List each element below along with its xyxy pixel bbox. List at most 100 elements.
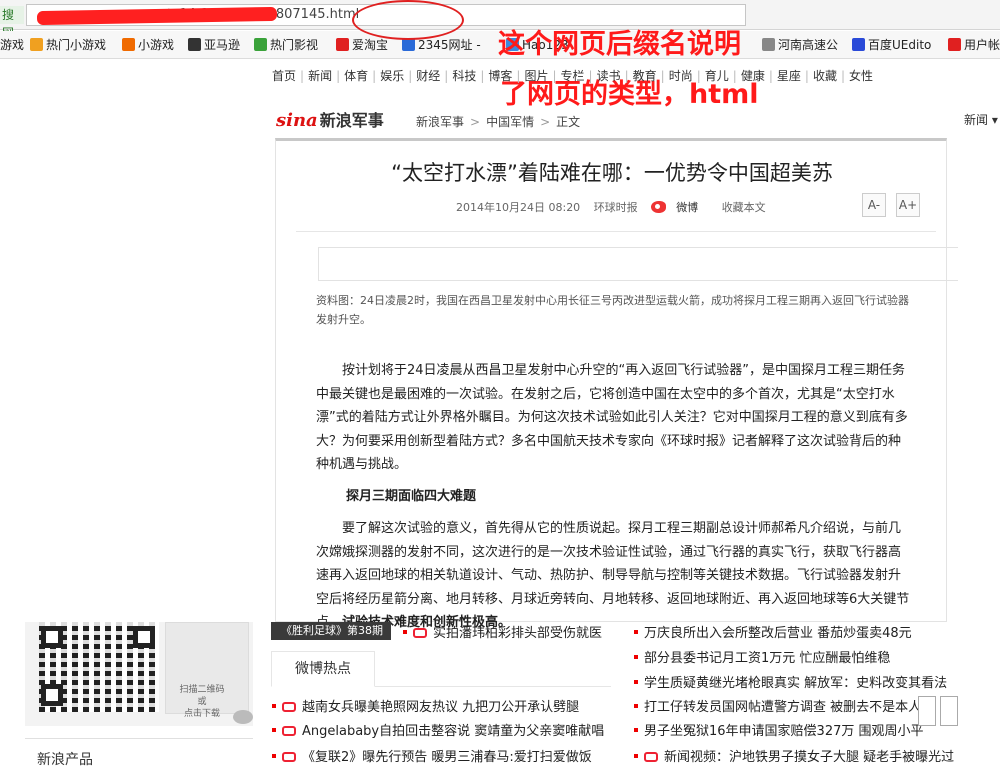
news-title: 打工仔转发员国网帖遭警方调查 被删去不是本人	[644, 700, 922, 715]
nav-item[interactable]: 新闻	[308, 67, 332, 84]
qr-finder-bottom	[41, 684, 63, 706]
bullet-icon	[403, 630, 407, 634]
favorite-item[interactable]: 百度UEdito	[852, 37, 931, 53]
news-item[interactable]: 新闻视频：沪地铁男子摸女子大腿 疑老手被曝光过	[634, 748, 954, 768]
site-nav: 首页 | 新闻 | 体育 | 娱乐 | 财经 | 科技 | 博客 | 图片 | 专栏 | 读书 | 教育 | 时尚 | 育儿 | 健…	[272, 67, 1000, 87]
qr-finder-right	[133, 626, 155, 648]
tab-weibo-hot[interactable]: 微博热点	[271, 651, 375, 687]
favorite-item[interactable]: 亚马逊	[188, 37, 240, 53]
nav-item[interactable]: 娱乐	[380, 67, 404, 84]
bullet-icon	[634, 655, 638, 659]
news-item[interactable]: 《复联2》曝先行预告 暖男三浦春马:爱打扫爱做饭	[272, 748, 592, 768]
nav-separator: |	[336, 69, 341, 83]
breadcrumb-item-0[interactable]: 新浪军事	[416, 115, 464, 129]
address-tag: 搜网	[0, 6, 24, 40]
article-subheading: 探月三期面临四大难题	[346, 489, 477, 504]
nav-item[interactable]: 健康	[741, 67, 765, 84]
nav-separator: |	[552, 69, 557, 83]
image-caption: 资料图：24日凌晨2时，我国在西昌卫星发射中心用长征三号丙改进型运载火箭，成功将…	[316, 294, 909, 326]
favorite-label: 用户帐	[964, 38, 1000, 52]
nav-separator: |	[624, 69, 629, 83]
qr-line-3[interactable]: 点击下载	[173, 708, 231, 720]
nav-item[interactable]: 育儿	[705, 67, 729, 84]
nav-item[interactable]: 时尚	[669, 67, 693, 84]
news-title: 新闻视频：沪地铁男子摸女子大腿 疑老手被曝光过	[664, 750, 955, 765]
bullet-icon	[634, 728, 638, 732]
favorite-item[interactable]: 爱淘宝	[336, 37, 388, 53]
favorite-label: 热门小游戏	[46, 38, 107, 52]
breadcrumb-item-2: 正文	[556, 115, 581, 129]
article-card: “太空打水漂”着陆难在哪：一优势令中国超美苏 2014年10月24日 08:20…	[275, 138, 958, 630]
favorite-label: 亚马逊	[204, 38, 241, 52]
article-source[interactable]: 环球时报	[594, 201, 638, 214]
nav-item[interactable]: 女性	[849, 67, 873, 84]
weibo-icon	[651, 201, 667, 213]
nav-separator: |	[696, 69, 701, 83]
share-button[interactable]	[940, 696, 958, 726]
favorite-item[interactable]: 用户帐	[948, 37, 1000, 53]
news-title: Angelababy自拍回击整容说 窦靖童为父亲窦唯献唱	[302, 724, 605, 739]
nav-item[interactable]: 体育	[344, 67, 368, 84]
news-item[interactable]: 万庆良所出入会所整改后营业 番茄炒蛋卖48元	[634, 624, 912, 644]
nav-separator: |	[300, 69, 305, 83]
nav-separator: |	[660, 69, 665, 83]
share-button[interactable]	[918, 696, 936, 726]
breadcrumb-item-1[interactable]: 中国军情	[486, 115, 534, 129]
news-item[interactable]: 学生质疑黄继光堵枪眼真实 解放军：史料改变其看法	[634, 674, 947, 694]
font-decrease-button[interactable]: A-	[862, 193, 886, 217]
article-title: “太空打水漂”着陆难在哪：一优势令中国超美苏	[391, 161, 833, 185]
news-title: 学生质疑黄继光堵枪眼真实 解放军：史料改变其看法	[644, 676, 948, 691]
nav-item[interactable]: 图片	[524, 67, 548, 84]
chevron-right-icon: >	[540, 115, 551, 129]
favorite-item[interactable]: 热门小游戏	[30, 37, 106, 53]
nav-item[interactable]: 星座	[777, 67, 801, 84]
news-item[interactable]: Angelababy自拍回击整容说 窦靖童为父亲窦唯献唱	[272, 722, 604, 742]
nav-separator: |	[804, 69, 809, 83]
bullet-icon	[272, 754, 276, 758]
annotation-ellipse	[352, 0, 464, 40]
sports-tag[interactable]: 《胜利足球》第38期	[271, 622, 391, 640]
news-title: 部分县委书记月工资1万元 忙应酬最怕维稳	[644, 651, 891, 666]
news-item[interactable]: 部分县委书记月工资1万元 忙应酬最怕维稳	[634, 649, 890, 669]
weibo-share[interactable]: 微博	[651, 201, 708, 214]
annotation-line-1: 这个网页后缀名说明	[498, 29, 741, 60]
nav-item[interactable]: 博客	[488, 67, 512, 84]
logo-channel: 新浪军事	[319, 111, 384, 130]
bullet-icon	[272, 704, 276, 708]
favorite-item[interactable]: 游戏	[0, 37, 24, 53]
favorite-item[interactable]: 热门影视	[254, 37, 318, 53]
nav-item[interactable]: 科技	[452, 67, 476, 84]
nav-item[interactable]: 首页	[272, 67, 296, 84]
video-icon	[413, 628, 427, 638]
nav-item[interactable]: 教育	[633, 67, 657, 84]
news-item[interactable]: 越南女兵曝美艳照网友热议 九把刀公开承认劈腿	[272, 698, 579, 718]
chevron-right-icon: >	[470, 115, 481, 129]
favorite-icon	[948, 38, 961, 51]
nav-separator: |	[588, 69, 593, 83]
favorite-icon	[762, 38, 775, 51]
font-increase-button[interactable]: A+	[896, 193, 920, 217]
news-item[interactable]: 打工仔转发员国网帖遭警方调查 被删去不是本人	[634, 698, 921, 718]
header-row: sina 新浪军事 新浪军事 > 中国军情 > 正文 新闻 ▾	[274, 105, 1000, 135]
qr-instruction: 扫描二维码 或 点击下载	[173, 684, 231, 720]
favorite-icon	[336, 38, 349, 51]
nav-item[interactable]: 读书	[597, 67, 621, 84]
news-title: 男子坐冤狱16年申请国家赔偿327万 围观周小平	[644, 724, 924, 739]
qr-line-2: 或	[197, 697, 207, 707]
nav-separator: |	[444, 69, 449, 83]
favorite-icon	[254, 38, 267, 51]
favorite-item[interactable]: 河南高速公	[762, 37, 838, 53]
news-item[interactable]: 实拍潘玮柏彩排头部受伤就医	[403, 624, 602, 644]
news-dropdown[interactable]: 新闻 ▾	[964, 111, 998, 128]
sina-logo[interactable]: sina 新浪军事	[276, 107, 384, 131]
bullet-icon	[634, 680, 638, 684]
nav-item[interactable]: 财经	[416, 67, 440, 84]
url-redaction	[36, 6, 278, 26]
app-download-panel: 扫描二维码 或 点击下载	[25, 622, 253, 726]
favorite-item[interactable]: 小游戏	[122, 37, 174, 53]
favorite-link[interactable]: 收藏本文	[722, 201, 766, 214]
article-paragraph-1: 按计划将于24日凌晨从西昌卫星发射中心升空的“再入返回飞行试验器”，是中国探月工…	[316, 363, 908, 472]
nav-item[interactable]: 收藏	[813, 67, 837, 84]
nav-item[interactable]: 专栏	[561, 67, 585, 84]
news-item[interactable]: 男子坐冤狱16年申请国家赔偿327万 围观周小平	[634, 722, 924, 742]
